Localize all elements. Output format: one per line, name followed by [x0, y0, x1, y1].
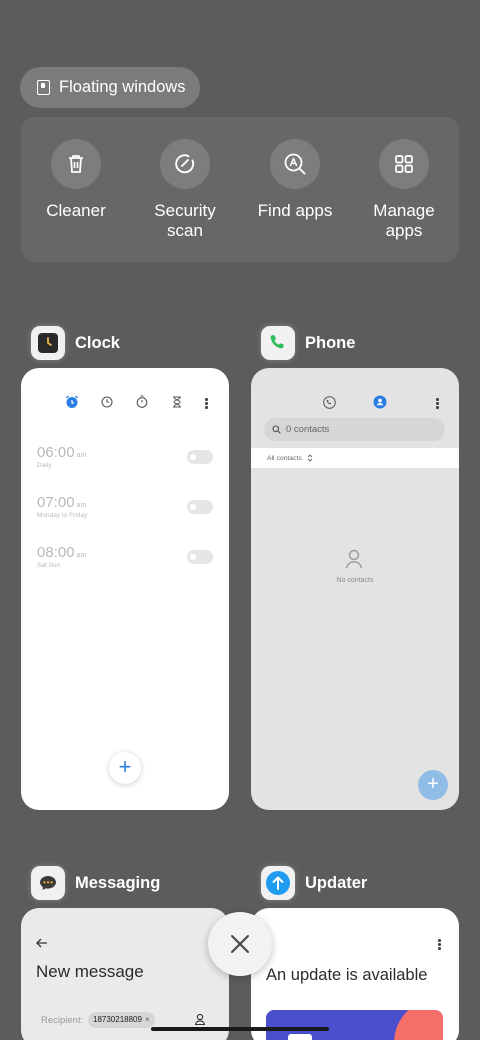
alarm-toggle[interactable]: [187, 450, 213, 464]
clock-app-header[interactable]: Clock: [31, 326, 120, 360]
alarm-repeat: Daily: [37, 462, 52, 469]
updater-app-icon: [261, 866, 295, 900]
add-contact-button[interactable]: +: [418, 770, 448, 800]
floating-window-icon: [37, 80, 50, 95]
alarm-time: 08:00: [37, 544, 75, 561]
close-icon: [231, 935, 249, 953]
alarm-toggle[interactable]: [187, 500, 213, 514]
floating-windows-label: Floating windows: [59, 78, 186, 96]
contacts-filter-label: All contacts: [267, 454, 302, 462]
empty-contact-icon: [345, 549, 363, 569]
back-arrow-icon[interactable]: [36, 938, 48, 948]
search-placeholder: 0 contacts: [286, 424, 330, 435]
update-available-title: An update is available: [266, 966, 428, 984]
sort-icon: [307, 454, 313, 462]
security-scan-icon: [160, 139, 210, 189]
home-indicator[interactable]: [151, 1027, 329, 1031]
phone-recent-card[interactable]: 0 contacts All contacts No contacts +: [251, 368, 459, 810]
updater-app-name: Updater: [305, 873, 368, 892]
stopwatch-tab-icon[interactable]: [136, 395, 148, 408]
close-all-button[interactable]: [208, 912, 272, 976]
grid-icon: [379, 139, 429, 189]
alarm-ampm: am: [76, 552, 87, 559]
phone-app-name: Phone: [305, 333, 356, 352]
trash-icon: [51, 139, 101, 189]
alarm-ampm: am: [76, 452, 87, 459]
manage-apps-label: Manage apps: [373, 201, 435, 240]
add-recipient-icon[interactable]: [194, 1013, 206, 1026]
alarm-item[interactable]: 08:00 am Sat Sun: [37, 544, 86, 569]
messaging-app-header[interactable]: Messaging: [31, 866, 160, 900]
alarm-toggle[interactable]: [187, 550, 213, 564]
alarm-repeat: Sat Sun: [37, 562, 61, 569]
contacts-tab-icon[interactable]: [373, 395, 387, 409]
phone-more-icon[interactable]: [436, 398, 439, 410]
messaging-recent-card[interactable]: New message Recipient: 18730218809 ×: [21, 908, 229, 1040]
find-apps-button[interactable]: Find apps: [240, 139, 350, 221]
new-message-title: New message: [36, 962, 144, 981]
messaging-app-icon: [31, 866, 65, 900]
contacts-search-input[interactable]: 0 contacts: [264, 418, 445, 441]
floating-windows-button[interactable]: Floating windows: [20, 67, 200, 108]
clock-recent-card[interactable]: 06:00 am Daily 07:00 am Monday to Friday 0…: [21, 368, 229, 810]
cleaner-label: Cleaner: [46, 201, 106, 220]
updater-more-icon[interactable]: [438, 939, 441, 951]
clock-app-icon: [31, 326, 65, 360]
world-clock-tab-icon[interactable]: [101, 396, 113, 408]
cleaner-button[interactable]: Cleaner: [21, 139, 131, 221]
quick-tools-panel: Cleaner Security scan Find apps Manage a…: [21, 117, 459, 262]
security-scan-button[interactable]: Security scan: [130, 139, 240, 241]
timer-tab-icon[interactable]: [172, 396, 182, 408]
find-apps-label: Find apps: [257, 201, 333, 220]
phone-app-header[interactable]: Phone: [261, 326, 355, 360]
alarm-ampm: am: [76, 502, 87, 509]
alarm-time: 07:00: [37, 494, 75, 511]
recipient-chip-number: 18730218809: [93, 1015, 142, 1024]
search-icon: [272, 425, 281, 434]
no-contacts-text: No contacts: [336, 577, 374, 584]
alarm-item[interactable]: 06:00 am Daily: [37, 444, 86, 469]
updater-recent-card[interactable]: An update is available: [251, 908, 459, 1040]
alarm-repeat: Monday to Friday: [37, 512, 88, 519]
recipient-label: Recipient:: [41, 1015, 84, 1026]
contacts-filter-bar[interactable]: All contacts: [251, 448, 459, 468]
update-banner: [266, 1010, 443, 1040]
phone-tab-icon[interactable]: [323, 396, 336, 409]
clock-app-name: Clock: [75, 333, 120, 352]
messaging-app-name: Messaging: [75, 873, 161, 892]
recipient-chip[interactable]: 18730218809 ×: [88, 1012, 155, 1028]
security-scan-label: Security scan: [154, 201, 216, 240]
add-alarm-button[interactable]: +: [109, 752, 141, 784]
clock-more-icon[interactable]: [205, 398, 208, 410]
alarm-tab-icon[interactable]: [65, 395, 79, 409]
updater-app-header[interactable]: Updater: [261, 866, 367, 900]
remove-chip-icon[interactable]: ×: [145, 1012, 150, 1028]
phone-app-icon: [261, 326, 295, 360]
find-apps-icon: [270, 139, 320, 189]
alarm-item[interactable]: 07:00 am Monday to Friday: [37, 494, 87, 519]
alarm-time: 06:00: [37, 444, 75, 461]
manage-apps-button[interactable]: Manage apps: [349, 139, 459, 241]
